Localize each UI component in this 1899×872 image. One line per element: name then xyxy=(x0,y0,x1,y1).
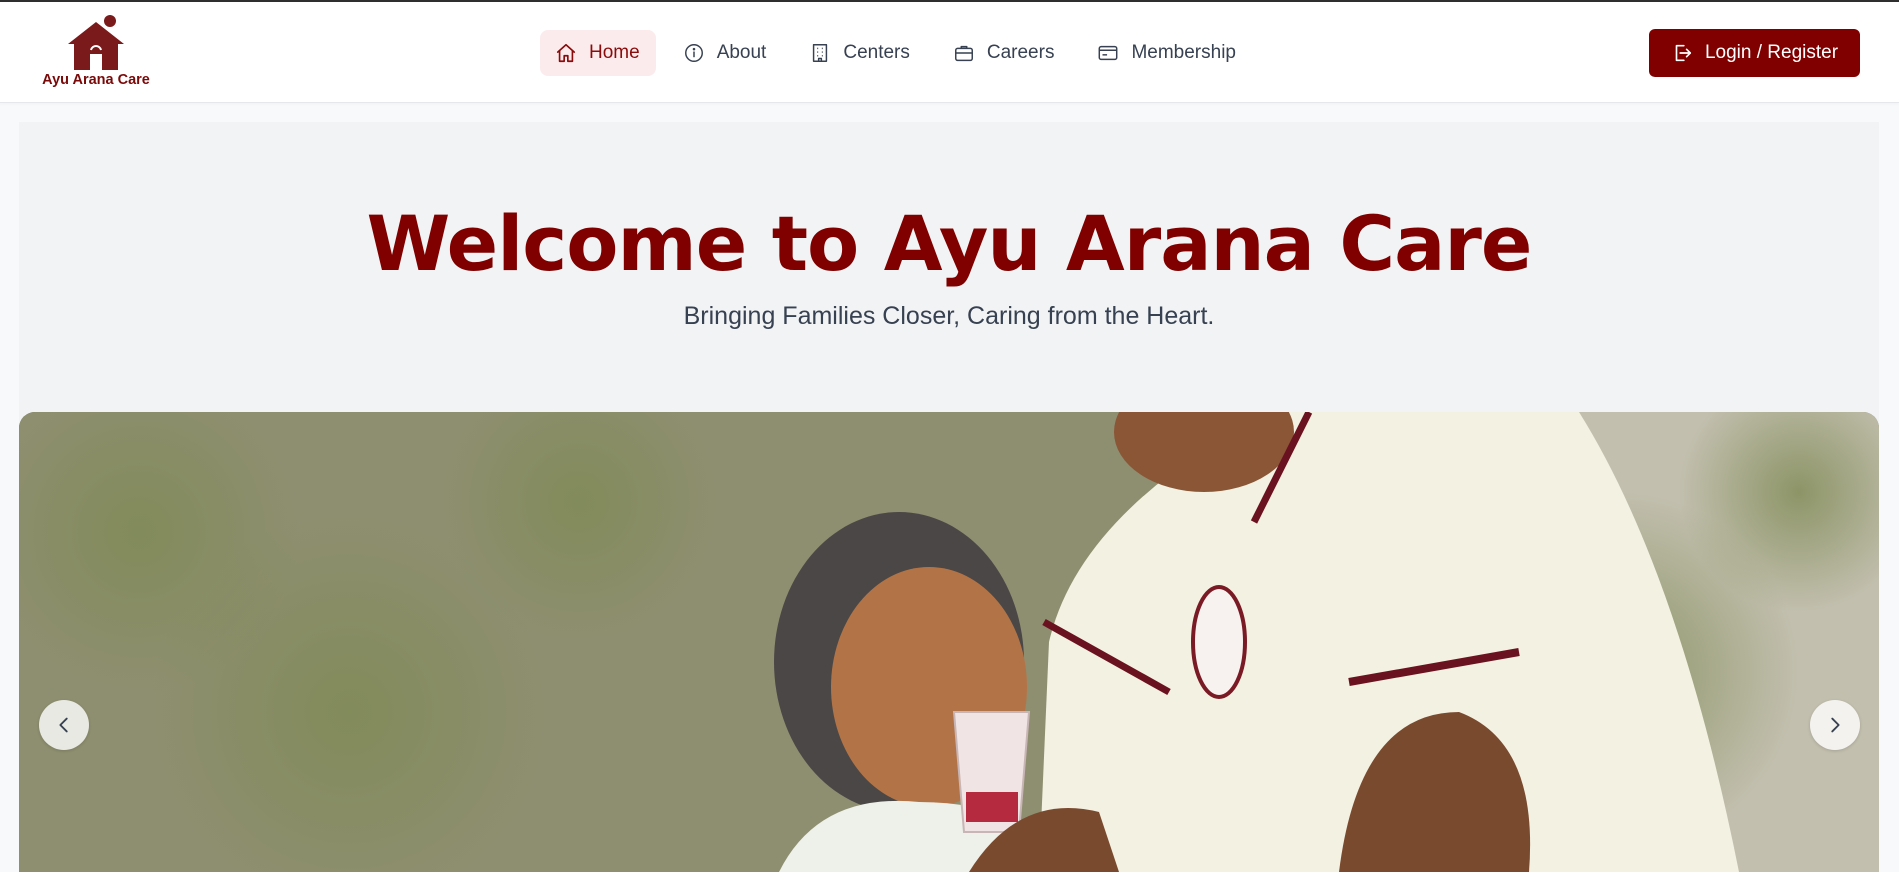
hero-title: Welcome to Ayu Arana Care xyxy=(366,199,1533,288)
hero-section: Welcome to Ayu Arana Care Bringing Famil… xyxy=(19,122,1879,872)
building-icon xyxy=(809,42,831,64)
briefcase-icon xyxy=(953,42,975,64)
nav-item-home[interactable]: Home xyxy=(540,30,656,76)
nav-item-careers[interactable]: Careers xyxy=(938,30,1071,76)
carousel-image xyxy=(19,412,1879,872)
info-icon xyxy=(683,42,705,64)
nav-item-label: About xyxy=(716,42,767,63)
credit-card-icon xyxy=(1097,42,1119,64)
nav-item-label: Centers xyxy=(843,42,910,63)
nav-item-label: Membership xyxy=(1131,42,1236,63)
main-nav: Home About Centers Careers Membership xyxy=(540,30,1264,76)
site-logo[interactable]: Ayu Arana Care xyxy=(36,14,156,92)
hero-carousel xyxy=(19,412,1879,872)
nav-item-label: Careers xyxy=(986,42,1055,63)
home-icon xyxy=(555,42,577,64)
house-logo-icon xyxy=(68,15,124,70)
chevron-right-icon xyxy=(1831,717,1840,733)
carousel-prev-button[interactable] xyxy=(39,700,89,750)
logo-text: Ayu Arana Care xyxy=(42,72,150,88)
site-header: Ayu Arana Care Home About Centers Career… xyxy=(0,2,1899,103)
chevron-left-icon xyxy=(59,717,68,733)
nav-item-label: Home xyxy=(589,42,640,63)
carousel-next-button[interactable] xyxy=(1810,700,1860,750)
nav-item-centers[interactable]: Centers xyxy=(794,30,926,76)
nav-item-about[interactable]: About xyxy=(668,30,783,76)
login-register-button[interactable]: Login / Register xyxy=(1649,29,1860,77)
hero-subtitle: Bringing Families Closer, Caring from th… xyxy=(683,302,1215,330)
nav-item-membership[interactable]: Membership xyxy=(1082,30,1252,76)
login-register-label: Login / Register xyxy=(1704,42,1839,63)
login-icon xyxy=(1671,42,1693,64)
